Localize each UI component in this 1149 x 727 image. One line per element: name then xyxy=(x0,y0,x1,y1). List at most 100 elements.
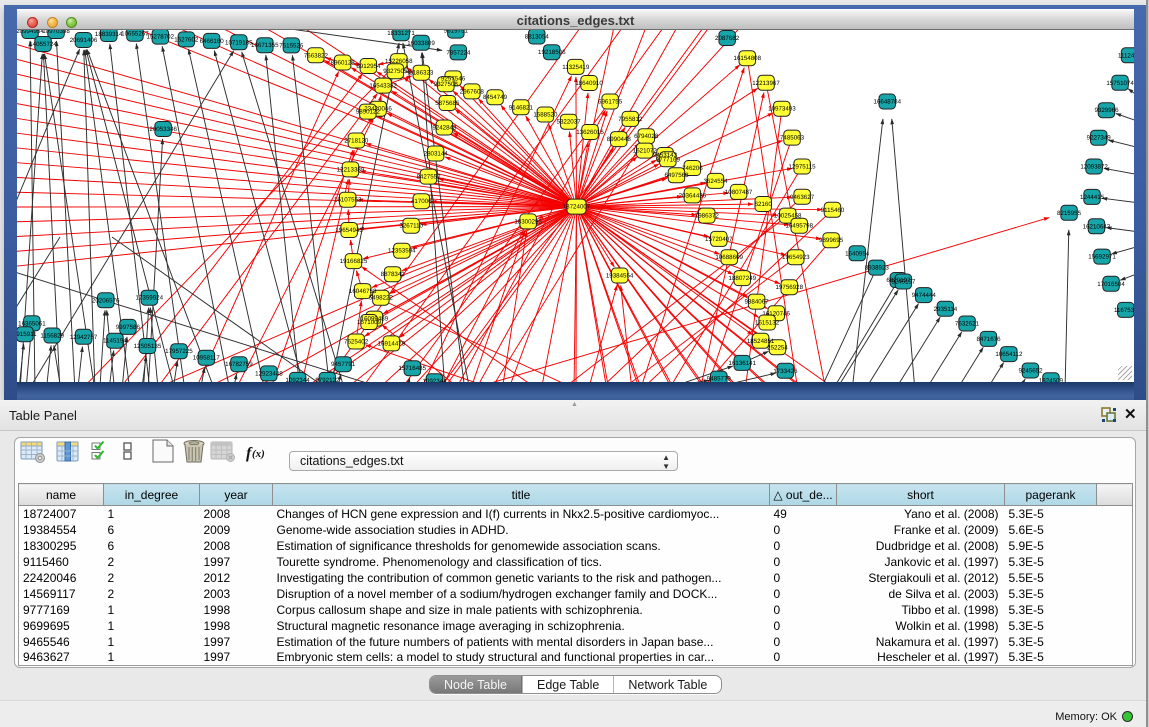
svg-text:1112430: 1112430 xyxy=(1118,52,1134,59)
svg-text:2935114: 2935114 xyxy=(934,306,958,313)
svg-text:20691406: 20691406 xyxy=(70,37,98,44)
svg-text:1640954: 1640954 xyxy=(845,250,870,257)
svg-text:10958117: 10958117 xyxy=(193,355,221,362)
svg-text:9463627: 9463627 xyxy=(790,194,815,201)
svg-text:19218506: 19218506 xyxy=(538,49,566,56)
svg-text:5322037: 5322037 xyxy=(557,119,582,126)
svg-text:17359924: 17359924 xyxy=(136,295,164,302)
svg-text:8990448: 8990448 xyxy=(607,136,632,143)
svg-text:9329966: 9329966 xyxy=(1094,107,1119,114)
svg-text:8960128: 8960128 xyxy=(331,60,356,67)
svg-text:16782759: 16782759 xyxy=(225,361,253,368)
svg-text:12213389: 12213389 xyxy=(337,166,365,173)
svg-text:746206: 746206 xyxy=(682,165,703,172)
svg-text:15751074: 15751074 xyxy=(1106,80,1134,87)
svg-text:20053346: 20053346 xyxy=(149,126,177,133)
svg-text:3915911: 3915911 xyxy=(17,331,37,338)
svg-text:18331271: 18331271 xyxy=(387,30,415,37)
svg-text:9115460: 9115460 xyxy=(821,207,845,214)
svg-text:16107553: 16107553 xyxy=(334,197,362,204)
svg-text:16136141: 16136141 xyxy=(729,360,757,367)
svg-text:7515526: 7515526 xyxy=(279,42,304,49)
svg-text:1588520: 1588520 xyxy=(533,112,558,119)
svg-text:16033809: 16033809 xyxy=(407,40,435,47)
svg-text:16671355: 16671355 xyxy=(251,42,279,49)
svg-text:6497568: 6497568 xyxy=(664,172,689,179)
svg-text:3267110: 3267110 xyxy=(399,223,423,230)
svg-text:9245652: 9245652 xyxy=(1018,368,1043,375)
svg-text:8912954: 8912954 xyxy=(356,63,381,70)
svg-text:1527602: 1527602 xyxy=(174,36,199,43)
svg-text:18839314: 18839314 xyxy=(95,31,123,38)
svg-text:12093872: 12093872 xyxy=(1080,164,1108,171)
svg-text:19384554: 19384554 xyxy=(606,273,634,280)
svg-text:9899695: 9899695 xyxy=(819,237,844,244)
svg-text:12353594: 12353594 xyxy=(388,248,416,255)
svg-text:16365061: 16365061 xyxy=(18,320,46,327)
svg-text:1167533: 1167533 xyxy=(1114,307,1134,314)
svg-text:10025458: 10025458 xyxy=(774,213,802,220)
svg-text:6466160: 6466160 xyxy=(200,38,225,45)
svg-text:9890122: 9890122 xyxy=(356,109,381,116)
svg-text:17957225: 17957225 xyxy=(165,348,193,355)
svg-text:417006: 417006 xyxy=(411,198,432,205)
svg-text:3624554: 3624554 xyxy=(703,178,728,185)
svg-text:7663822: 7663822 xyxy=(304,52,329,59)
svg-text:8938923: 8938923 xyxy=(865,265,890,272)
svg-text:15226058: 15226058 xyxy=(385,58,413,65)
svg-text:14055724: 14055724 xyxy=(29,41,57,48)
svg-text:8813054: 8813054 xyxy=(525,34,550,41)
svg-text:10973493: 10973493 xyxy=(768,106,796,113)
svg-text:7986372: 7986372 xyxy=(695,213,720,220)
svg-text:9457791: 9457791 xyxy=(331,361,356,368)
svg-text:1156829: 1156829 xyxy=(40,333,64,340)
svg-text:5498222: 5498222 xyxy=(369,295,394,302)
svg-text:15278702: 15278702 xyxy=(147,34,175,41)
svg-text:16120746: 16120746 xyxy=(762,310,790,317)
svg-text:15692971: 15692971 xyxy=(1088,254,1116,261)
svg-text:12505135: 12505135 xyxy=(134,343,162,350)
svg-text:9474444: 9474444 xyxy=(912,292,937,299)
svg-text:12975115: 12975115 xyxy=(789,164,817,171)
svg-text:8454749: 8454749 xyxy=(483,94,508,101)
svg-text:7632621: 7632621 xyxy=(955,321,980,328)
svg-text:18300295: 18300295 xyxy=(514,218,542,225)
svg-text:13626015: 13626015 xyxy=(576,129,604,136)
svg-text:9327505: 9327505 xyxy=(383,68,408,75)
svg-text:12213967: 12213967 xyxy=(752,80,780,87)
svg-text:10719185: 10719185 xyxy=(225,39,253,46)
svg-text:9777169: 9777169 xyxy=(656,156,681,163)
svg-text:16154808: 16154808 xyxy=(734,55,762,62)
svg-text:20206576: 20206576 xyxy=(92,297,120,304)
svg-text:2967608: 2967608 xyxy=(460,88,485,95)
svg-text:16914479: 16914479 xyxy=(378,340,406,347)
svg-text:12923448: 12923448 xyxy=(255,370,283,377)
svg-text:1733426: 1733426 xyxy=(773,368,798,375)
svg-text:2087682: 2087682 xyxy=(715,35,740,42)
svg-text:7625402: 7625402 xyxy=(344,339,369,346)
svg-text:8427552: 8427552 xyxy=(416,174,441,181)
svg-text:10807487: 10807487 xyxy=(725,189,753,196)
svg-text:9242848: 9242848 xyxy=(432,125,457,132)
svg-text:18807249: 18807249 xyxy=(729,275,757,282)
svg-text:10654112: 10654112 xyxy=(995,351,1023,358)
svg-text:8215955: 8215955 xyxy=(1057,210,1082,217)
svg-text:18640910: 18640910 xyxy=(575,80,603,87)
svg-text:1145194: 1145194 xyxy=(103,338,127,345)
svg-text:19756928: 19756928 xyxy=(776,284,804,291)
svg-text:9227349: 9227349 xyxy=(1087,135,1112,142)
svg-text:10688609: 10688609 xyxy=(715,254,743,261)
svg-text:7955812: 7955812 xyxy=(618,116,643,123)
svg-text:15716485: 15716485 xyxy=(399,365,427,372)
svg-text:9997586: 9997586 xyxy=(116,324,141,331)
svg-text:2803144: 2803144 xyxy=(424,151,449,158)
svg-text:1671009: 1671009 xyxy=(357,319,382,326)
svg-text:16210643: 16210643 xyxy=(1083,223,1111,230)
svg-text:8471676: 8471676 xyxy=(976,336,1001,343)
svg-text:9146821: 9146821 xyxy=(509,104,534,111)
svg-text:20364436: 20364436 xyxy=(679,192,707,199)
svg-text:2718120: 2718120 xyxy=(344,138,369,145)
svg-text:5875685: 5875685 xyxy=(435,100,460,107)
svg-text:62160: 62160 xyxy=(755,201,773,208)
svg-text:8878342: 8878342 xyxy=(381,271,406,278)
